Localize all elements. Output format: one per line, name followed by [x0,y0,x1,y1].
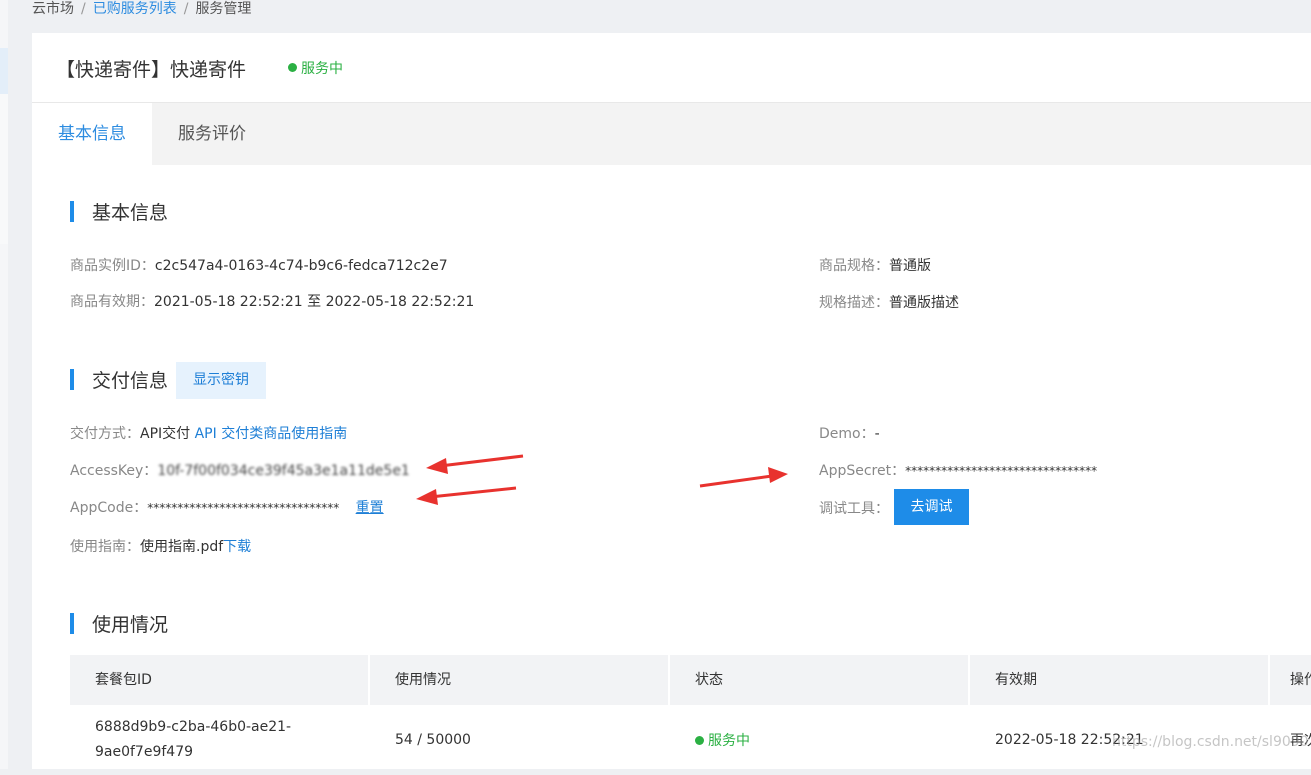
guide-download-link[interactable]: 下载 [223,539,251,555]
demo-row: Demo：- [819,423,880,443]
validity-value: 2021-05-18 22:52:21 至 2022-05-18 22:52:2… [154,294,475,310]
reset-link[interactable]: 重置 [356,500,384,516]
validity-label: 商品有效期： [70,294,154,310]
access-key-value: 10f-7f00f034ce39f45a3e1a11de5e1 [157,463,410,479]
left-nav-active-marker [0,48,8,94]
status-dot-icon [288,63,297,72]
tab-bar: 基本信息 服务评价 [32,103,1311,165]
spec-desc-label: 规格描述： [819,295,889,311]
appcode-value: ******************************** [147,501,340,515]
tab-service-review[interactable]: 服务评价 [152,103,272,165]
section-title-usage: 使用情况 [70,610,168,637]
spec-value: 普通版 [889,258,931,274]
guide-row: 使用指南：使用指南.pdf下载 [70,536,251,556]
access-key-label: AccessKey： [70,463,158,479]
guide-file: 使用指南.pdf [140,539,224,555]
left-nav-strip [0,0,8,769]
spec-desc-row: 规格描述：普通版描述 [819,292,959,312]
breadcrumb-separator: / [183,1,189,17]
section-title-basic-info: 基本信息 [70,198,168,225]
appcode-row: AppCode：********************************… [70,497,384,517]
service-detail-card: 【快递寄件】快递寄件 服务中 基本信息 服务评价 基本信息 商品实例ID：c2c… [32,33,1311,769]
table-header: 套餐包ID 使用情况 状态 有效期 操作 [70,655,1311,705]
status-text: 服务中 [301,61,343,77]
spec-desc-value: 普通版描述 [889,295,959,311]
appsecret-value: ******************************** [905,464,1098,478]
instance-id-label: 商品实例ID： [70,258,155,274]
section-title-delivery-info: 交付信息 [70,366,168,393]
debug-button[interactable]: 去调试 [894,489,969,525]
service-header: 【快递寄件】快递寄件 服务中 [32,33,1311,103]
left-nav-panel [0,94,8,244]
breadcrumb-separator: / [81,1,86,17]
appsecret-label: AppSecret： [819,463,906,479]
column-header-status: 状态 [670,655,970,705]
page-title: 【快递寄件】快递寄件 [56,59,247,81]
breadcrumb-item-service-management: 服务管理 [195,1,252,17]
column-header-usage: 使用情况 [370,655,670,705]
delivery-method-row: 交付方式：API交付 API 交付类商品使用指南 [70,423,347,443]
cell-status-text: 服务中 [708,733,750,749]
delivery-method-label: 交付方式： [70,426,140,442]
watermark: https://blog.csdn.net/sl9090 [1112,734,1309,750]
spec-label: 商品规格： [819,258,889,274]
breadcrumb-item-purchased-list[interactable]: 已购服务列表 [93,1,177,17]
breadcrumb: 云市场 / 已购服务列表 / 服务管理 [32,0,251,18]
api-guide-link[interactable]: API 交付类商品使用指南 [195,426,348,442]
breadcrumb-item-cloud-market[interactable]: 云市场 [32,1,74,17]
appsecret-row: AppSecret：******************************… [819,460,1097,480]
debug-tool-row: 调试工具： [819,498,889,518]
guide-label: 使用指南： [70,539,140,555]
instance-id-value: c2c547a4-0163-4c74-b9c6-fedca712c2e7 [154,258,448,274]
cell-usage: 54 / 50000 [395,732,471,748]
column-header-package-id: 套餐包ID [70,655,370,705]
show-key-button[interactable]: 显示密钥 [176,362,266,399]
cell-status: 服务中 [670,705,970,775]
access-key-row: AccessKey：10f-7f00f034ce39f45a3e1a11de5e… [70,460,410,480]
column-header-action: 操作 [1290,672,1311,688]
tab-basic-info[interactable]: 基本信息 [32,103,152,165]
cell-package-id: 6888d9b9-c2ba-46b0-ae21-9ae0f7e9f479 [95,719,292,760]
appcode-label: AppCode： [70,500,148,516]
delivery-method-value: API交付 [140,426,191,442]
demo-value: - [874,426,880,442]
instance-id-row: 商品实例ID：c2c547a4-0163-4c74-b9c6-fedca712c… [70,255,448,275]
spec-row: 商品规格：普通版 [819,255,931,275]
status-badge: 服务中 [288,58,343,78]
status-dot-icon [695,735,704,745]
demo-label: Demo： [819,426,875,442]
debug-tool-label: 调试工具： [819,501,889,517]
validity-row: 商品有效期：2021-05-18 22:52:21 至 2022-05-18 2… [70,291,474,311]
column-header-expiry: 有效期 [970,655,1270,705]
